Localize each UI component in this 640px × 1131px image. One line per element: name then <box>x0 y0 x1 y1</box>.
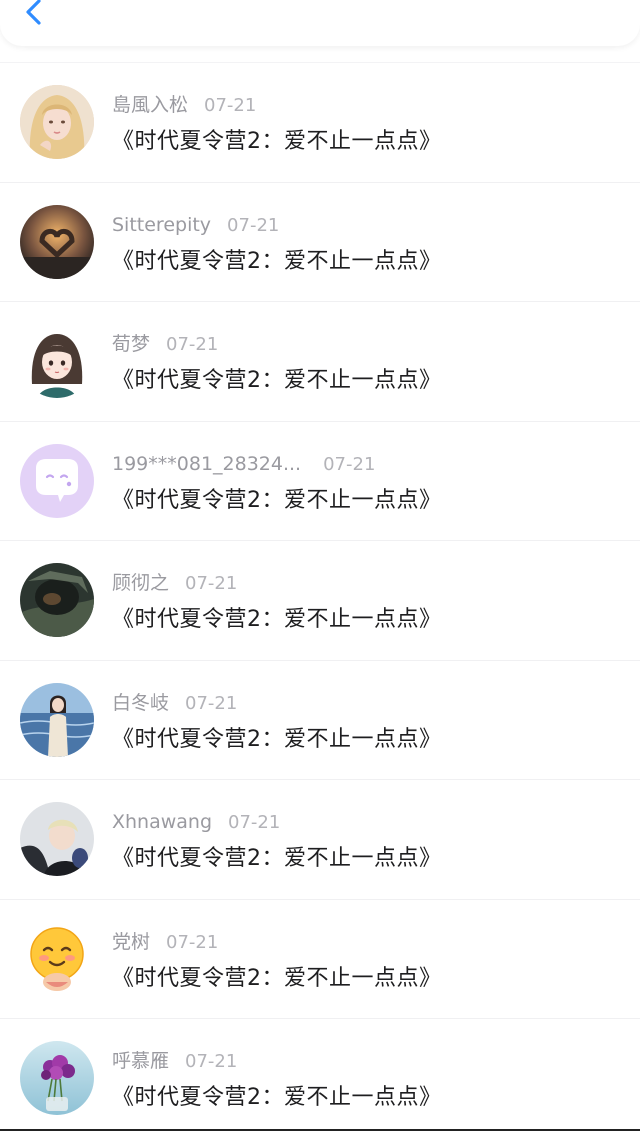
list-item[interactable]: 荀梦 07-21 《时代夏令营2：爱不止一点点》 <box>0 301 640 421</box>
chevron-left-icon <box>26 0 41 25</box>
list-item[interactable]: Xhnawang 07-21 《时代夏令营2：爱不止一点点》 <box>0 779 640 899</box>
avatar-cartoon-girl[interactable] <box>20 324 94 398</box>
username[interactable]: 荀梦 <box>112 333 150 355</box>
comment-meta: 荀梦 07-21 <box>112 332 218 356</box>
username[interactable]: 島風入松 <box>112 94 188 116</box>
username[interactable]: 党树 <box>112 931 150 953</box>
list-item[interactable]: 呼慕雁 07-21 《时代夏令营2：爱不止一点点》 <box>0 1018 640 1131</box>
username[interactable]: Sitterepity <box>112 214 211 236</box>
comment-meta: 199***081_28324... 07-21 <box>112 452 375 476</box>
comment-text: 《时代夏令营2：爱不止一点点》 <box>112 607 442 632</box>
comment-text: 《时代夏令营2：爱不止一点点》 <box>112 368 442 393</box>
list-item[interactable]: 199***081_28324... 07-21 《时代夏令营2：爱不止一点点》 <box>0 420 640 541</box>
avatar-blonde-girl[interactable] <box>20 85 94 159</box>
comment-text: 《时代夏令营2：爱不止一点点》 <box>112 248 442 274</box>
avatar-dark-helmet[interactable] <box>20 563 94 637</box>
comment-text: 《时代夏令营2：爱不止一点点》 <box>112 1085 442 1110</box>
comment-date: 07-21 <box>228 812 281 833</box>
username[interactable]: 199***081_28324... <box>112 453 301 475</box>
list-item[interactable]: Sitterepity 07-21 《时代夏令营2：爱不止一点点》 <box>0 181 640 302</box>
avatar-blushing-emoji[interactable] <box>20 921 94 996</box>
comment-meta: Sitterepity 07-21 <box>112 213 279 237</box>
avatar-purple-flowers[interactable] <box>20 1041 94 1115</box>
comment-text: 《时代夏令营2：爱不止一点点》 <box>112 846 442 871</box>
comment-meta: 島風入松 07-21 <box>112 93 256 117</box>
comment-date: 07-21 <box>185 692 238 714</box>
avatar-heart-hands-sunset[interactable] <box>20 204 94 279</box>
comment-date: 07-21 <box>204 95 257 116</box>
comment-meta: 党树 07-21 <box>112 930 218 954</box>
comment-meta: 顾彻之 07-21 <box>112 571 237 595</box>
comment-date: 07-21 <box>185 573 238 594</box>
comment-list-page: 島風入松 07-21 《时代夏令营2：爱不止一点点》 Sitterepity 0… <box>0 0 640 1131</box>
list-item[interactable]: 白冬岐 07-21 《时代夏令营2：爱不止一点点》 <box>0 659 640 780</box>
username[interactable]: 白冬岐 <box>112 692 169 714</box>
comment-date: 07-21 <box>166 931 219 953</box>
username[interactable]: 呼慕雁 <box>112 1050 169 1072</box>
list-item[interactable]: 顾彻之 07-21 《时代夏令营2：爱不止一点点》 <box>0 540 640 660</box>
avatar-default-chat-bubble[interactable] <box>20 443 94 518</box>
comment-text: 《时代夏令营2：爱不止一点点》 <box>112 129 442 154</box>
comment-text: 《时代夏令营2：爱不止一点点》 <box>112 965 442 991</box>
back-button[interactable] <box>18 0 50 28</box>
comment-list: 島風入松 07-21 《时代夏令营2：爱不止一点点》 Sitterepity 0… <box>0 62 640 1131</box>
list-item[interactable]: 島風入松 07-21 《时代夏令营2：爱不止一点点》 <box>0 62 640 182</box>
list-item[interactable]: 党树 07-21 《时代夏令营2：爱不止一点点》 <box>0 898 640 1019</box>
comment-date: 07-21 <box>166 334 219 355</box>
comment-date: 07-21 <box>185 1051 238 1072</box>
comment-date: 07-21 <box>227 214 280 236</box>
comment-date: 07-21 <box>323 453 376 475</box>
avatar-boy-with-hat[interactable] <box>20 802 94 876</box>
top-navigation-bar <box>0 0 640 46</box>
avatar-girl-by-sea[interactable] <box>20 682 94 757</box>
comment-text: 《时代夏令营2：爱不止一点点》 <box>112 487 442 513</box>
comment-text: 《时代夏令营2：爱不止一点点》 <box>112 726 442 752</box>
comment-meta: 呼慕雁 07-21 <box>112 1049 237 1073</box>
username[interactable]: Xhnawang <box>112 811 212 833</box>
comment-meta: Xhnawang 07-21 <box>112 810 280 834</box>
username[interactable]: 顾彻之 <box>112 572 169 594</box>
comment-meta: 白冬岐 07-21 <box>112 691 237 715</box>
